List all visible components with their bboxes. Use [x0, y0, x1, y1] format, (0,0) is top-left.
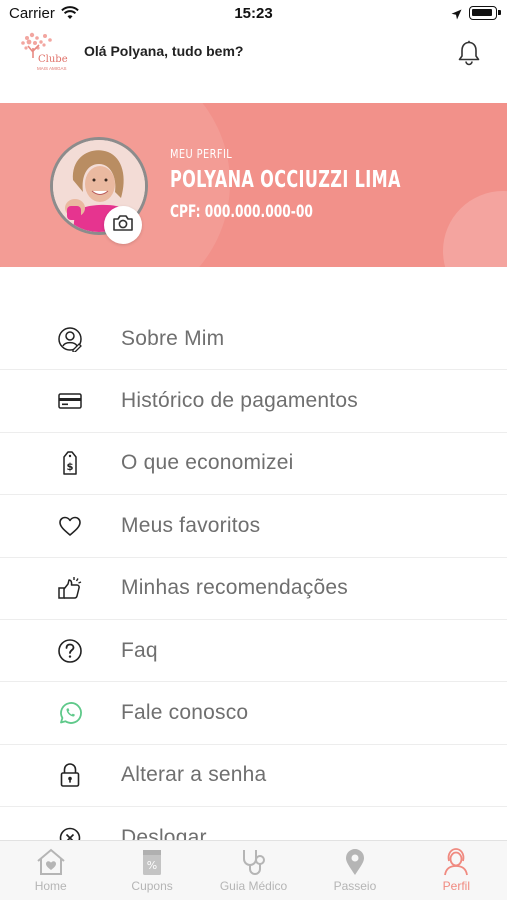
tab-guia-medico[interactable]: Guia Médico [203, 841, 304, 900]
tab-home[interactable]: Home [0, 841, 101, 900]
tab-label: Home [34, 879, 67, 893]
profile-banner: MEU PERFIL POLYANA OCCIUZZI LIMA CPF: 00… [0, 103, 507, 267]
home-icon [35, 847, 67, 877]
tab-cupons[interactable]: % Cupons [101, 841, 202, 900]
money-tag-icon: $ [57, 450, 83, 476]
thumbs-up-icon [57, 575, 83, 601]
tab-passeio[interactable]: Passeio [304, 841, 405, 900]
decorative-circle [443, 191, 507, 267]
greeting-text: Olá Polyana, tudo bem? [84, 43, 244, 59]
menu-item-label: Fale conosco [121, 701, 249, 725]
stethoscope-icon [238, 847, 270, 877]
menu-item-label: Histórico de pagamentos [121, 389, 358, 413]
svg-text:Clube: Clube [38, 54, 68, 65]
svg-text:$: $ [67, 462, 74, 473]
profile-name: POLYANA OCCIUZZI LIMA [170, 167, 401, 193]
profile-icon [442, 847, 470, 877]
status-bar: Carrier 15:23 [0, 0, 507, 28]
tab-label: Cupons [131, 879, 173, 893]
coupon-icon: % [140, 847, 164, 877]
profile-menu: Sobre Mim Histórico de pagamentos $ O qu… [0, 308, 507, 870]
menu-item-label: Minhas recomendações [121, 576, 348, 600]
menu-item-label: Faq [121, 638, 158, 662]
tab-label: Guia Médico [219, 879, 288, 893]
heart-icon [57, 513, 83, 539]
camera-icon [112, 214, 134, 237]
club-logo[interactable]: Clube MAIS AMIGAS [14, 30, 72, 76]
whatsapp-icon [57, 700, 83, 726]
credit-card-icon [57, 388, 83, 414]
profile-cpf: CPF: 000.000.000-00 [170, 202, 313, 222]
svg-text:MAIS AMIGAS: MAIS AMIGAS [37, 66, 67, 71]
menu-item-label: Meus favoritos [121, 513, 261, 537]
tab-label: Perfil [442, 879, 470, 893]
tab-label: Passeio [333, 879, 377, 893]
menu-item-minhas-recomendacoes[interactable]: Minhas recomendações [0, 558, 507, 620]
map-pin-icon [343, 847, 367, 877]
menu-item-label: Alterar a senha [121, 763, 267, 787]
tab-perfil[interactable]: Perfil [406, 841, 507, 900]
menu-item-fale-conosco[interactable]: Fale conosco [0, 682, 507, 745]
menu-item-o-que-economizei[interactable]: $ O que economizei [0, 433, 507, 496]
tab-bar: Home % Cupons Guia Médico Passeio Perfil [0, 840, 507, 900]
change-photo-button[interactable] [104, 206, 142, 244]
clock: 15:23 [234, 5, 273, 22]
top-header: Clube MAIS AMIGAS Olá Polyana, tudo bem? [0, 28, 507, 76]
menu-item-label: O que economizei [121, 451, 294, 475]
battery-icon [469, 6, 501, 20]
location-arrow-icon [451, 7, 462, 25]
menu-item-historico-pagamentos[interactable]: Histórico de pagamentos [0, 370, 507, 433]
section-label: MEU PERFIL [170, 147, 233, 161]
menu-item-sobre-mim[interactable]: Sobre Mim [0, 308, 507, 371]
user-edit-icon [57, 326, 83, 352]
menu-item-faq[interactable]: Faq [0, 620, 507, 683]
bell-icon[interactable] [457, 40, 481, 66]
question-icon [57, 638, 83, 664]
lock-icon [57, 762, 83, 788]
svg-text:%: % [147, 859, 157, 872]
menu-item-label: Sobre Mim [121, 326, 225, 350]
menu-item-meus-favoritos[interactable]: Meus favoritos [0, 495, 507, 558]
menu-item-alterar-senha[interactable]: Alterar a senha [0, 745, 507, 808]
